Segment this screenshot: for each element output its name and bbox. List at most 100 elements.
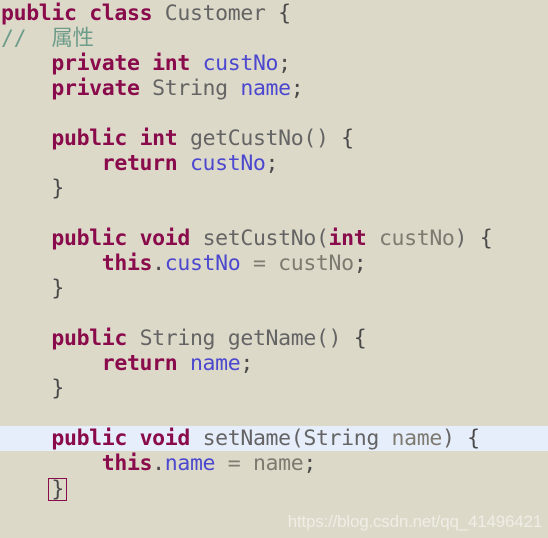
code-token-param: = xyxy=(240,251,279,276)
code-token-param: = xyxy=(215,451,253,476)
code-token-keyword: private xyxy=(51,51,140,76)
code-token-keyword: int xyxy=(152,51,190,76)
code-line[interactable] xyxy=(0,401,548,426)
code-line[interactable]: private int custNo; xyxy=(0,51,548,76)
code-token-punct: { xyxy=(341,126,354,151)
code-token-method: setName xyxy=(202,426,292,451)
code-token-type: ) xyxy=(454,226,468,251)
code-line[interactable]: } xyxy=(0,476,548,501)
code-token-field: name xyxy=(189,351,241,376)
code-token-field: custNo xyxy=(189,151,266,176)
code-token-field: custNo xyxy=(164,251,241,276)
code-token-punct: ; xyxy=(240,351,253,376)
code-token-type: String xyxy=(303,426,379,451)
code-line[interactable]: public void setName(String name) { xyxy=(0,426,548,451)
code-token-punct: ; xyxy=(290,76,304,101)
code-line[interactable]: } xyxy=(0,276,548,301)
code-line[interactable]: this.custNo = custNo; xyxy=(0,251,548,276)
code-line[interactable]: return name; xyxy=(0,351,548,376)
code-line[interactable]: this.name = name; xyxy=(0,451,548,476)
code-line[interactable]: public class Customer { xyxy=(0,1,548,26)
code-token-keyword: public xyxy=(51,226,127,251)
code-line[interactable] xyxy=(0,101,548,126)
code-token-punct: { xyxy=(479,226,493,251)
code-line[interactable]: // 属性 xyxy=(0,26,548,51)
code-token-field: custNo xyxy=(202,51,279,76)
code-token-punct: } xyxy=(51,276,64,301)
code-token-punct: . xyxy=(152,451,165,476)
code-line[interactable] xyxy=(0,301,548,326)
code-line[interactable]: private String name; xyxy=(0,76,548,101)
code-token-comment: // 属性 xyxy=(1,26,94,51)
code-token-punct: ; xyxy=(303,451,316,476)
code-token-param: custNo xyxy=(378,226,455,251)
code-token-punct: { xyxy=(467,426,480,451)
code-token-punct: . xyxy=(152,251,165,276)
code-editor[interactable]: public class Customer {// 属性 private int… xyxy=(0,0,548,538)
code-token-keyword: public xyxy=(51,426,127,451)
code-token-punct: { xyxy=(278,1,291,26)
code-token-method: setCustNo xyxy=(202,226,317,251)
code-token-type: () xyxy=(303,126,329,151)
code-token-keyword: private xyxy=(51,76,140,101)
code-token-keyword: int xyxy=(139,126,178,151)
code-token-type: ( xyxy=(290,426,304,451)
code-token-punct: } xyxy=(51,376,64,401)
code-token-type: String xyxy=(139,326,216,351)
code-line[interactable]: public int getCustNo() { xyxy=(0,126,548,151)
code-token-field: name xyxy=(164,451,216,476)
code-line[interactable]: public void setCustNo(int custNo) { xyxy=(0,226,548,251)
code-token-keyword: return xyxy=(101,151,178,176)
code-token-param: custNo xyxy=(278,251,354,276)
code-token-method: getCustNo xyxy=(189,126,304,151)
code-token-type: () xyxy=(315,326,342,351)
code-token-method: getName xyxy=(227,326,317,351)
code-lines-container[interactable]: public class Customer {// 属性 private int… xyxy=(0,0,548,501)
code-token-type: ( xyxy=(315,226,329,251)
code-token-keyword: int xyxy=(328,226,367,251)
code-token-type: String xyxy=(152,76,228,101)
code-token-keyword: public xyxy=(51,326,127,351)
code-token-keyword: void xyxy=(139,426,191,451)
code-token-param: name xyxy=(252,451,304,476)
code-line[interactable]: public String getName() { xyxy=(0,326,548,351)
code-token-type: ) xyxy=(441,426,455,451)
code-line[interactable]: } xyxy=(0,176,548,201)
code-line[interactable]: } xyxy=(0,376,548,401)
code-line[interactable]: return custNo; xyxy=(0,151,548,176)
brace-match-box: } xyxy=(48,478,67,501)
code-token-punct: ; xyxy=(265,151,279,176)
code-line[interactable] xyxy=(0,201,548,226)
code-token-punct: { xyxy=(353,326,367,351)
code-token-keyword: public xyxy=(1,1,77,26)
